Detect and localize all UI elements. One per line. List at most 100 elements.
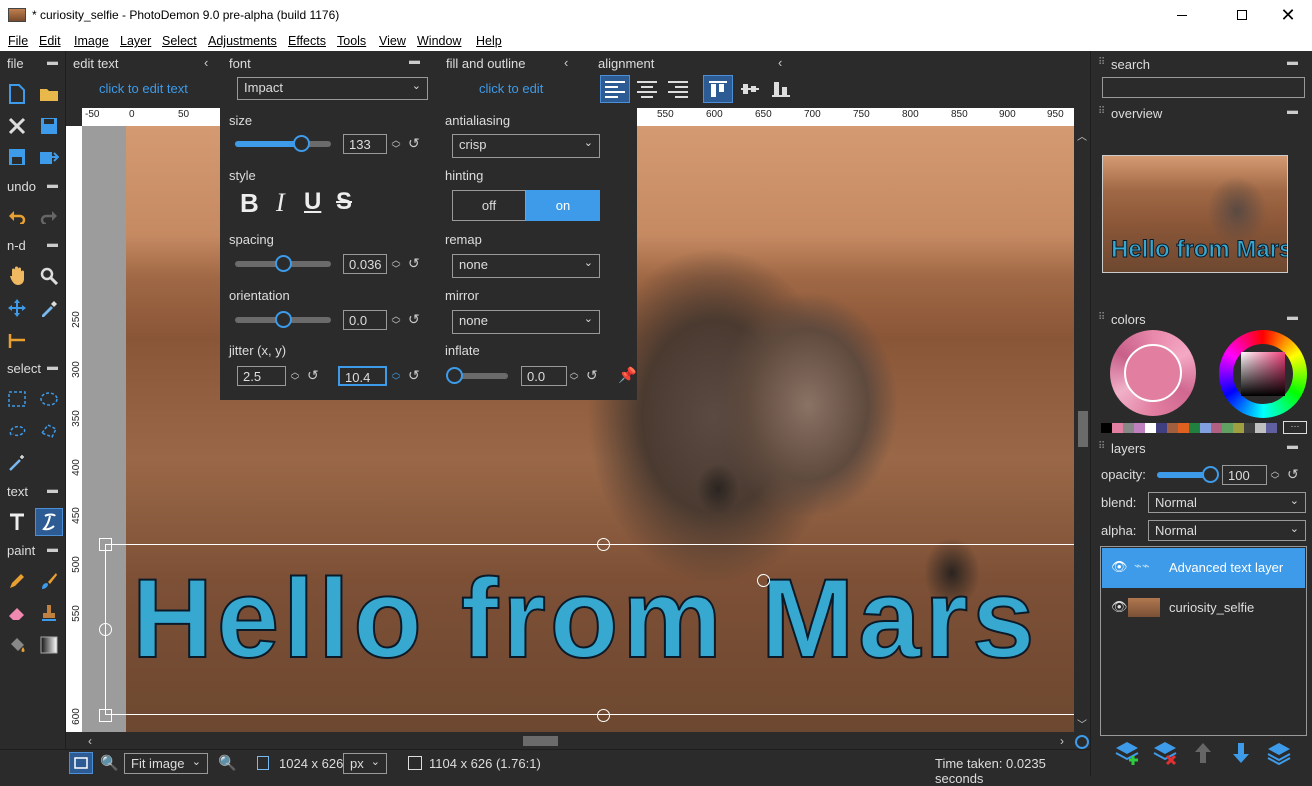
- resize-handle-tl[interactable]: [99, 538, 112, 551]
- align-middle-icon[interactable]: [735, 75, 765, 103]
- inflate-reset-icon[interactable]: ↺: [586, 367, 598, 384]
- layers-panel-header[interactable]: ⠿ layers ▬: [1091, 437, 1312, 459]
- overview-thumbnail[interactable]: Hello from Mars: [1102, 155, 1288, 273]
- pin-icon[interactable]: 📌: [618, 366, 637, 384]
- vertical-scroll-thumb[interactable]: [1078, 411, 1088, 447]
- spacing-slider[interactable]: [235, 255, 331, 272]
- align-center-icon[interactable]: [632, 75, 662, 103]
- menu-select[interactable]: Select: [162, 34, 197, 48]
- primary-color-swatch[interactable]: [1124, 344, 1182, 402]
- overview-panel-header[interactable]: ⠿ overview ▬: [1091, 102, 1312, 124]
- scroll-left-icon[interactable]: ‹: [88, 734, 92, 748]
- menu-edit[interactable]: Edit: [39, 34, 61, 48]
- spacing-slider-knob[interactable]: [275, 255, 292, 272]
- zoom-out-icon[interactable]: 🔍: [100, 754, 119, 772]
- search-input[interactable]: [1102, 77, 1305, 98]
- jitter-y-spinner-icon[interactable]: ︿ ﹀: [391, 368, 401, 386]
- jitter-y-input[interactable]: 10.4: [338, 366, 387, 386]
- undo-icon[interactable]: [3, 203, 31, 231]
- close-file-icon[interactable]: [3, 112, 31, 140]
- fill-edit-link[interactable]: click to edit: [479, 81, 543, 96]
- size-spinner-icon[interactable]: ︿ ﹀: [391, 136, 401, 154]
- orientation-reset-icon[interactable]: ↺: [408, 311, 420, 328]
- inflate-spinner-icon[interactable]: ︿ ﹀: [569, 368, 579, 386]
- inflate-slider-knob[interactable]: [446, 367, 463, 384]
- vertical-scrollbar[interactable]: ︿ ﹀: [1074, 126, 1090, 732]
- antialiasing-dropdown[interactable]: crisp ⌄: [452, 134, 600, 158]
- align-bottom-icon[interactable]: [766, 75, 796, 103]
- orientation-input[interactable]: 0.0: [343, 310, 387, 330]
- move-icon[interactable]: [3, 294, 31, 322]
- jitter-x-spinner-icon[interactable]: ︿ ﹀: [290, 368, 300, 386]
- scroll-down-icon[interactable]: ﹀: [1077, 716, 1087, 731]
- spacing-reset-icon[interactable]: ↺: [408, 255, 420, 272]
- opacity-slider-knob[interactable]: [1202, 466, 1219, 483]
- zoom-in-icon[interactable]: 🔍: [218, 754, 237, 772]
- opacity-input[interactable]: 100: [1222, 465, 1267, 485]
- menu-effects[interactable]: Effects: [288, 34, 326, 48]
- saturation-value-square[interactable]: [1241, 352, 1285, 396]
- save-icon[interactable]: [35, 112, 63, 140]
- unit-dropdown[interactable]: px ⌄: [343, 753, 387, 774]
- menu-adjustments[interactable]: Adjustments: [208, 34, 277, 48]
- measure-icon[interactable]: [3, 326, 31, 354]
- primary-color-wheel[interactable]: [1110, 330, 1196, 416]
- delete-layer-icon[interactable]: [1151, 739, 1179, 767]
- pencil-icon[interactable]: [3, 567, 31, 595]
- size-slider-knob[interactable]: [293, 135, 310, 152]
- underline-icon[interactable]: U: [304, 188, 321, 216]
- redo-icon[interactable]: [35, 203, 63, 231]
- zoom-dropdown[interactable]: Fit image ⌄: [124, 753, 208, 774]
- rotate-handle[interactable]: [757, 574, 770, 587]
- basic-text-icon[interactable]: [3, 508, 31, 536]
- menu-layer[interactable]: Layer: [120, 34, 151, 48]
- jitter-x-input[interactable]: 2.5: [237, 366, 286, 386]
- layer-item-advanced-text[interactable]: 👁 ⌁⌁ Advanced text layer: [1102, 548, 1305, 588]
- paintbrush-icon[interactable]: [35, 567, 63, 595]
- fill-bucket-icon[interactable]: [3, 631, 31, 659]
- colors-panel-header[interactable]: ⠿ colors ▬: [1091, 308, 1312, 330]
- font-dropdown[interactable]: Impact ⌄: [237, 77, 428, 100]
- collapse-icon[interactable]: ‹: [778, 55, 782, 70]
- toolbox-section-nd[interactable]: n-d ▬: [0, 235, 66, 257]
- resize-handle-top[interactable]: [597, 538, 610, 551]
- size-input[interactable]: 133: [343, 134, 387, 154]
- jitter-x-reset-icon[interactable]: ↺: [307, 367, 319, 384]
- resize-handle-bl[interactable]: [99, 709, 112, 722]
- maximize-button[interactable]: [1222, 4, 1262, 26]
- more-colors-button[interactable]: ···: [1283, 421, 1307, 434]
- horizontal-scroll-thumb[interactable]: [523, 736, 558, 746]
- visibility-eye-icon[interactable]: 👁: [1111, 559, 1128, 575]
- align-top-icon[interactable]: [703, 75, 733, 103]
- align-right-icon[interactable]: [663, 75, 693, 103]
- resize-handle-left[interactable]: [99, 623, 112, 636]
- menu-window[interactable]: Window: [417, 34, 461, 48]
- menu-image[interactable]: Image: [74, 34, 109, 48]
- toolbox-section-undo[interactable]: undo ▬: [0, 176, 66, 198]
- toolbox-section-select[interactable]: select ▬: [0, 358, 66, 380]
- opacity-slider[interactable]: [1157, 466, 1219, 483]
- move-layer-up-icon[interactable]: [1189, 739, 1217, 767]
- size-reset-icon[interactable]: ↺: [408, 135, 420, 152]
- color-palette[interactable]: [1101, 423, 1277, 433]
- clone-stamp-icon[interactable]: [35, 599, 63, 627]
- hue-wheel[interactable]: [1219, 330, 1307, 418]
- bold-icon[interactable]: B: [240, 188, 259, 219]
- resize-handle-bottom[interactable]: [597, 709, 610, 722]
- remap-dropdown[interactable]: none ⌄: [452, 254, 600, 278]
- zoom-icon[interactable]: [35, 262, 63, 290]
- gradient-icon[interactable]: [35, 631, 63, 659]
- spacing-spinner-icon[interactable]: ︿ ﹀: [391, 256, 401, 274]
- toolbox-section-paint[interactable]: paint ▬: [0, 540, 66, 562]
- menu-file[interactable]: File: [8, 34, 28, 48]
- export-icon[interactable]: [35, 143, 63, 171]
- alpha-dropdown[interactable]: Normal ⌄: [1148, 520, 1306, 541]
- orientation-spinner-icon[interactable]: ︿ ﹀: [391, 312, 401, 330]
- close-button[interactable]: ✕: [1268, 4, 1308, 26]
- spacing-input[interactable]: 0.036: [343, 254, 387, 274]
- toolbox-section-text[interactable]: text ▬: [0, 481, 66, 503]
- center-view-icon[interactable]: [1075, 735, 1089, 749]
- move-layer-down-icon[interactable]: [1227, 739, 1255, 767]
- advanced-text-icon[interactable]: [35, 508, 63, 536]
- chevron-down-icon[interactable]: ▬: [409, 55, 420, 67]
